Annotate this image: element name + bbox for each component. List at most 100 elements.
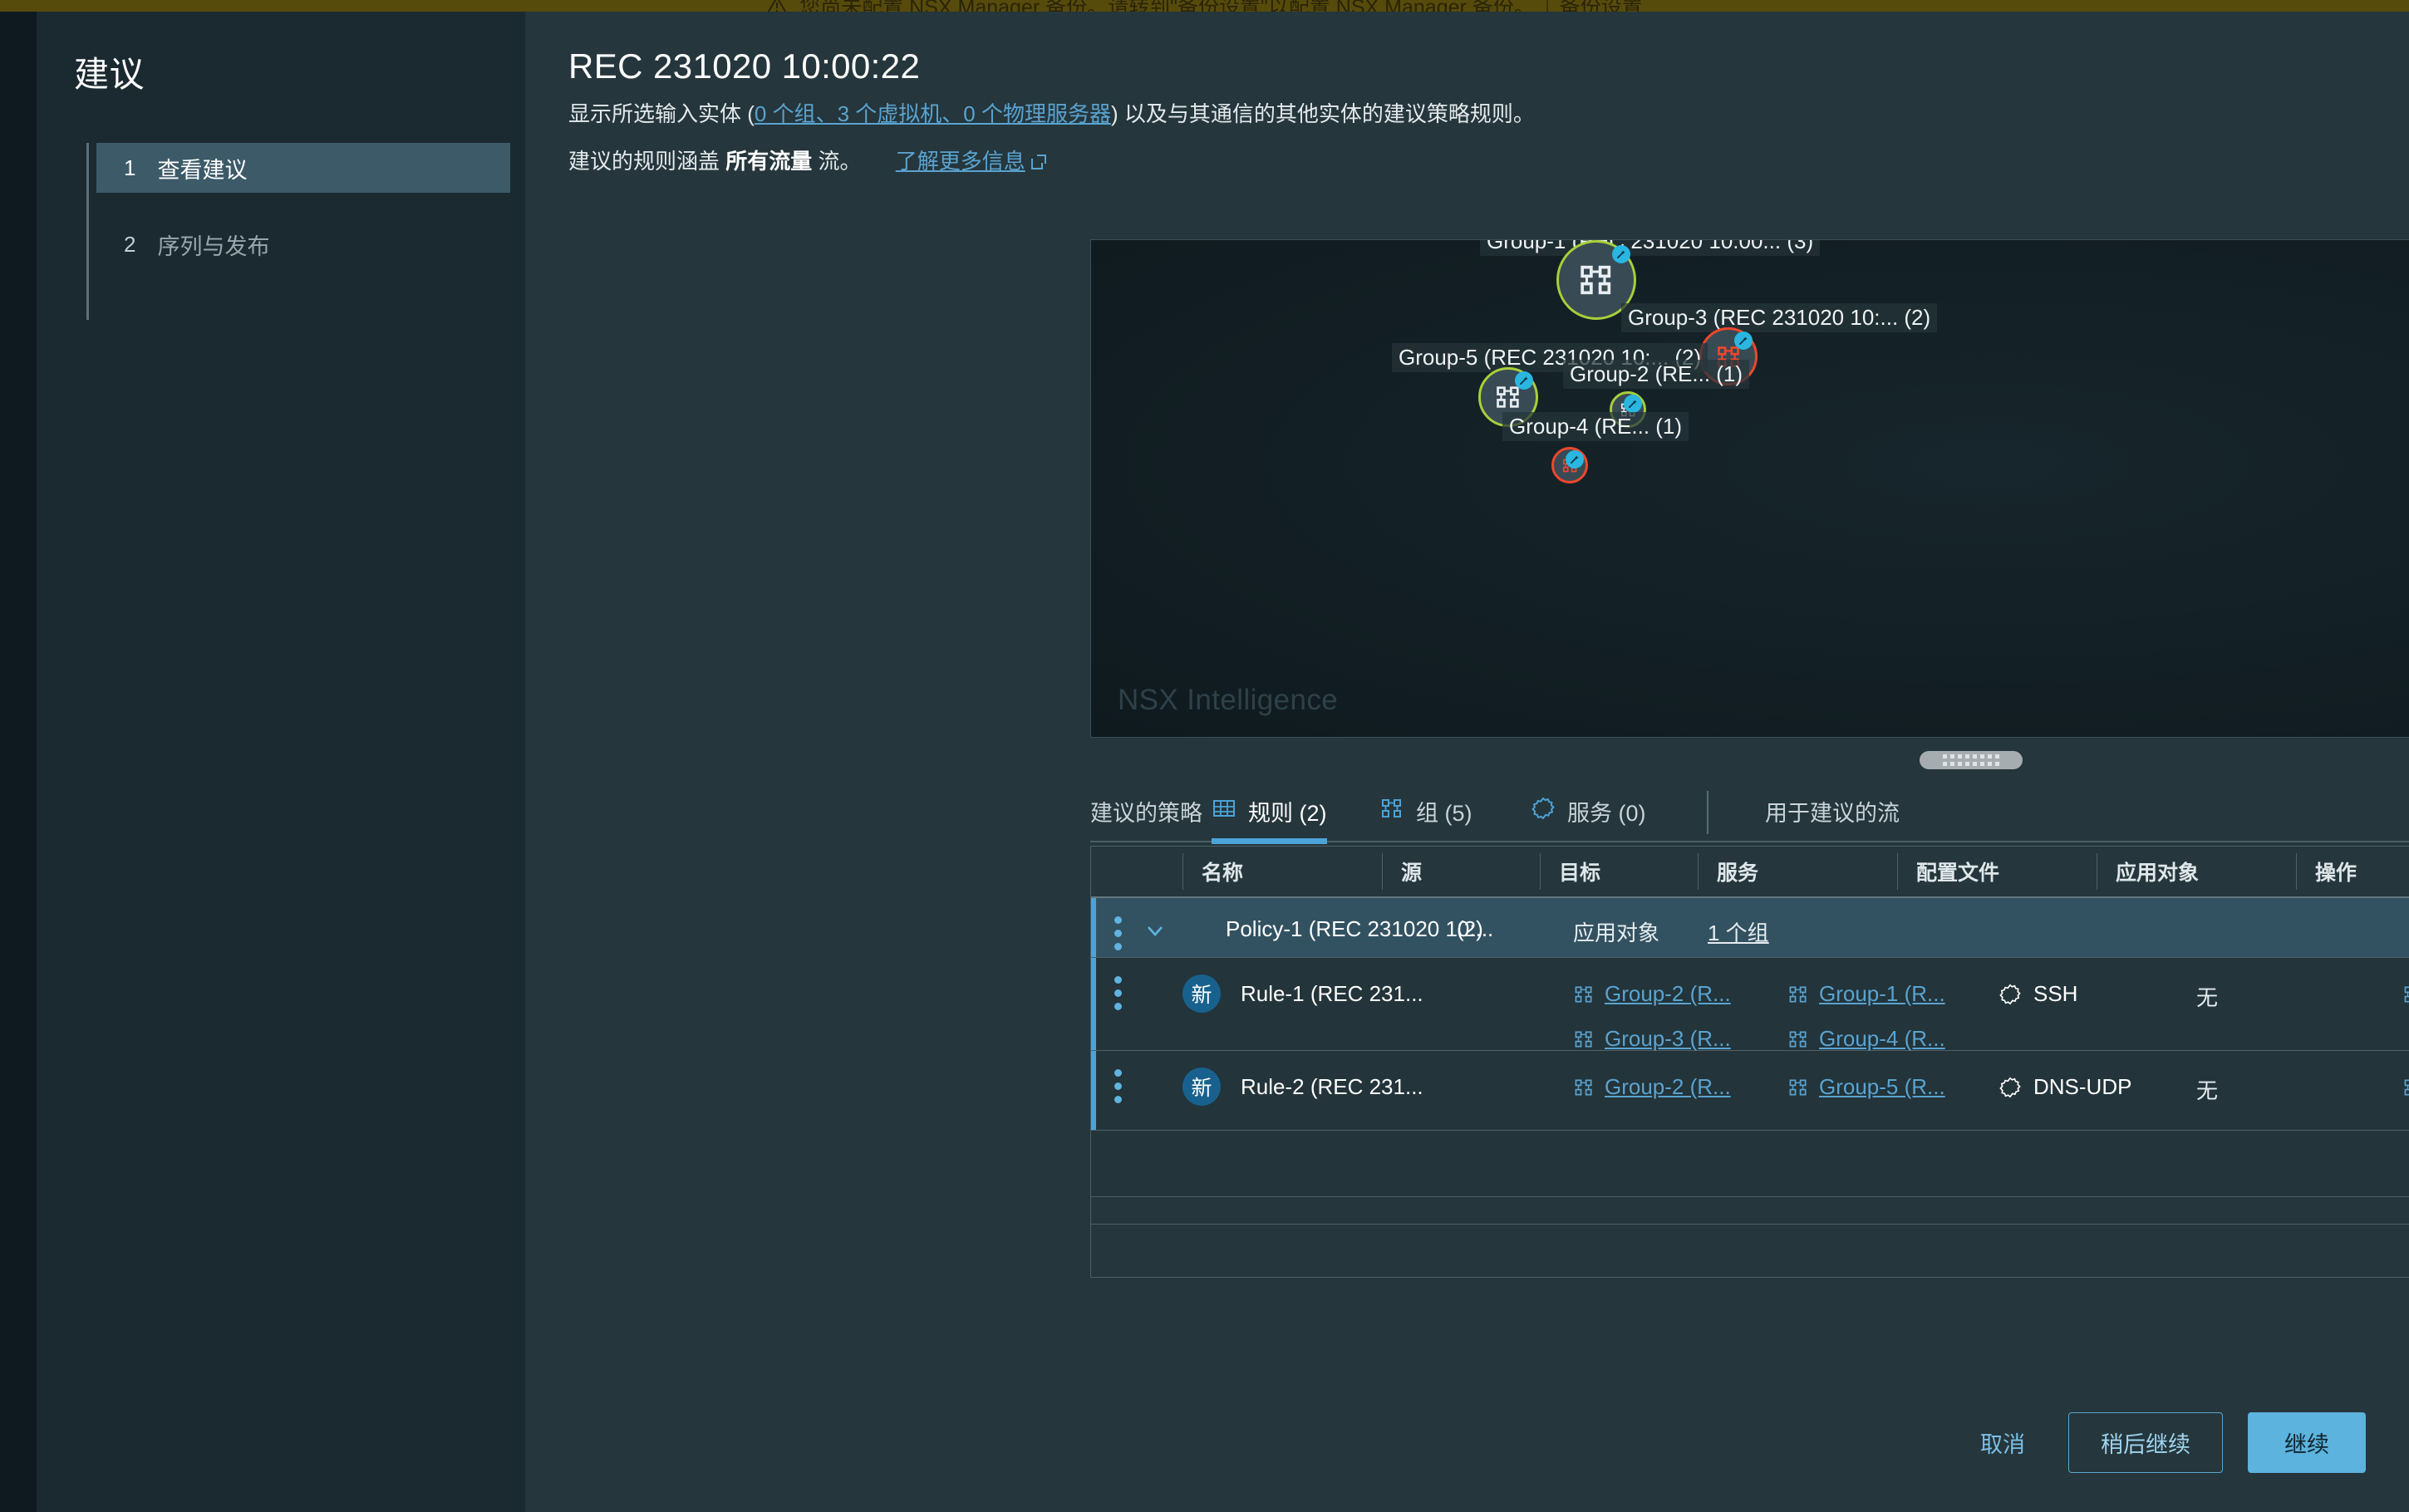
continue-button[interactable]: 继续 [2248,1412,2366,1473]
rule-service: SSH [1998,981,2077,1007]
rule-profile: 无 [2196,1078,2219,1103]
policy-rule-count: (2) [1457,916,1483,941]
page-description: 显示所选输入实体 (0 个组、3 个虚拟机、0 个物理服务器) 以及与其通信的其… [568,99,2147,129]
table-header-source[interactable]: 源 [1382,853,1540,890]
table-header-name[interactable]: 名称 [1182,853,1382,890]
footer-button-row: 取消 稍后继续 继续 [1962,1412,2366,1473]
table-header-action[interactable]: 操作 [2296,853,2409,890]
tab-groups[interactable]: 组 (5) [1379,784,1472,842]
group-link-label: Group-2 (R... [1605,981,1731,1006]
table-footer: 1 个策略，共 1 个 [1091,1224,2409,1277]
table-row[interactable]: 新 Rule-2 (REC 231... Group-2 (R... Group… [1091,1051,2409,1131]
sidebar-step-sequence-publish[interactable]: 2 序列与发布 [96,219,510,269]
rule-source-group-1[interactable]: Group-2 (R... [1573,1074,1731,1100]
recommendation-wizard-page: 您尚未配置 NSX Manager 备份。请转到"备份设置"以配置 NSX Ma… [0,0,2409,1512]
graph-node-label: Group-4 (RE... (1) [1502,412,1689,441]
wizard-footer: 取消 稍后继续 继续 [525,1382,2409,1512]
panel-splitter-handle[interactable] [1920,751,2023,769]
rule-source-group-2[interactable]: Group-3 (R... [1573,1026,1731,1052]
page-description-2: 建议的规则涵盖 所有流量 流。 了解更多信息 [568,146,2147,176]
table-header-destination[interactable]: 目标 [1540,853,1698,890]
grip-icon [1943,754,1999,766]
service-name: DNS-UDP [2033,1074,2132,1099]
rules-icon [1212,796,1236,827]
table-header-spacer [1091,853,1182,890]
tab-label: 用于建议的流 [1765,800,1900,826]
policy-applied-to-label: 应用对象 [1573,920,1660,945]
learn-more-link[interactable]: 了解更多信息 [896,149,1025,174]
tab-flows-for-recommendation[interactable]: 用于建议的流 [1765,784,1900,842]
group-link-label: Group-3 (R... [1605,1026,1731,1051]
table-header-profile[interactable]: 配置文件 [1897,853,2097,890]
detail-tabs: 建议的策略 规则 (2) 组 (5) 服务 (0) 用于建议的流 [1090,784,2409,844]
step-label: 序列与发布 [157,233,270,259]
magic-wand-icon [1734,331,1753,350]
sidebar-step-review-recommendations[interactable]: 1 查看建议 [96,143,510,193]
services-icon [1531,796,1556,827]
main-panel: REC 231020 10:00:22 显示所选输入实体 (0 个组、3 个虚拟… [525,12,2409,1512]
topology-graph[interactable]: Group-1 (REC 231020 10:00... (3) Group-3 … [1090,239,2409,738]
rule-destination-group-2[interactable]: Group-4 (R... [1787,1026,1945,1052]
kebab-menu-icon[interactable] [1114,976,1122,1010]
tab-services[interactable]: 服务 (0) [1531,784,1646,842]
rule-name: Rule-1 (REC 231... [1241,981,1423,1006]
tab-label: 服务 (0) [1567,800,1646,826]
wizard-steps: 1 查看建议 2 序列与发布 [86,143,510,320]
traffic-scope-value: 所有流量 [725,149,813,174]
group-link-label: Group-5 (R... [1819,1074,1945,1099]
page-title: REC 231020 10:00:22 [568,47,921,86]
kebab-menu-icon[interactable] [1114,1069,1122,1103]
description2-prefix: 建议的规则涵盖 [568,149,726,174]
kebab-menu-icon[interactable] [1114,916,1122,950]
rule-applied-to[interactable]: Group-1 (R... [2402,981,2409,1007]
status-badge: 新 [1182,1068,1221,1106]
graph-node-label: Group-1 (REC 231020 10:00... (3) [1480,240,1821,256]
rule-destination-group-1[interactable]: Group-5 (R... [1787,1074,1945,1100]
chevron-down-icon[interactable] [1143,918,1168,947]
continue-later-button[interactable]: 稍后继续 [2068,1412,2223,1473]
magic-wand-icon [1515,371,1533,390]
graph-edges [1091,240,1340,365]
cancel-button[interactable]: 取消 [1962,1426,2043,1459]
groups-icon [2404,1078,2409,1096]
rule-service: DNS-UDP [1998,1074,2131,1100]
services-icon [1999,1077,2021,1097]
group-link-label: Group-4 (R... [1819,1026,1945,1051]
steps-rail [86,143,89,320]
groups-icon [1379,796,1404,827]
group-link-label: Group-1 (R... [1819,981,1945,1006]
tab-rules[interactable]: 规则 (2) [1212,784,1327,844]
groups-icon [1575,1078,1592,1096]
tab-suggested-policy[interactable]: 建议的策略 [1090,784,1202,842]
policy-row[interactable]: Policy-1 (REC 231020 10:... (2) 应用对象 1 个… [1091,898,2409,958]
groups-icon [1789,1078,1807,1096]
service-name: SSH [2033,981,2078,1006]
banner-text: 您尚未配置 NSX Manager 备份。请转到"备份设置"以配置 NSX Ma… [799,0,1535,12]
tab-label: 组 (5) [1416,800,1472,826]
rule-source-group-1[interactable]: Group-2 (R... [1573,981,1731,1007]
table-header-applied-to[interactable]: 应用对象 [2097,853,2296,890]
table-header-row: 名称 源 目标 服务 配置文件 应用对象 操作 [1091,847,2409,898]
rule-applied-to[interactable]: Group-1 (R... [2402,1074,2409,1100]
groups-icon [2404,985,2409,1003]
status-badge: 新 [1182,974,1221,1013]
nsx-intelligence-watermark: NSX Intelligence [1118,684,1339,716]
rule-name: Rule-2 (REC 231... [1241,1074,1423,1099]
magic-wand-icon [1566,450,1584,469]
graph-node-g4[interactable] [1551,447,1588,484]
rules-table: 名称 源 目标 服务 配置文件 应用对象 操作 Policy-1 (REC 23… [1090,846,2409,1278]
policy-name: Policy-1 (REC 231020 10:... [1226,916,1494,941]
table-row[interactable]: 新 Rule-1 (REC 231... Group-2 (R... Group… [1091,958,2409,1051]
description-prefix: 显示所选输入实体 ( [568,101,755,126]
sidebar-title: 建议 [74,55,145,94]
rule-destination-group-1[interactable]: Group-1 (R... [1787,981,1945,1007]
banner-action-link[interactable]: 备份设置 [1560,0,1643,12]
tab-label: 规则 (2) [1248,800,1327,826]
table-header-service[interactable]: 服务 [1698,853,1897,890]
description-suffix: ) 以及与其通信的其他实体的建议策略规则。 [1110,101,1535,126]
tabs-divider [1707,791,1708,834]
backup-warning-banner: 您尚未配置 NSX Manager 备份。请转到"备份设置"以配置 NSX Ma… [0,0,2409,12]
step-number: 2 [124,231,136,257]
policy-applied-to-link[interactable]: 1 个组 [1708,916,1769,947]
input-entities-link[interactable]: 0 个组、3 个虚拟机、0 个物理服务器 [755,101,1111,126]
